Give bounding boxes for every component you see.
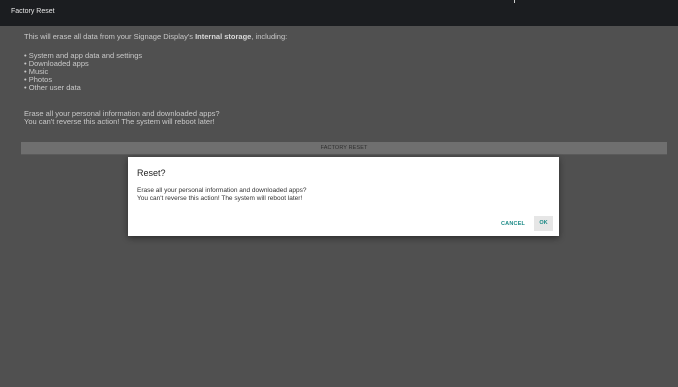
reset-confirm-dialog: Reset? Erase all your personal informati…: [128, 157, 559, 236]
ok-button[interactable]: OK: [534, 216, 553, 231]
list-item: Other user data: [24, 84, 142, 92]
intro-text: This will erase all data from your Signa…: [24, 32, 287, 41]
dialog-title: Reset?: [137, 168, 166, 178]
dialog-message-line-2: You can't reverse this action! The syste…: [137, 194, 303, 202]
warning-line-2: You can't reverse this action! The syste…: [24, 117, 215, 126]
dialog-message-line-1: Erase all your personal information and …: [137, 187, 307, 194]
intro-bold: Internal storage: [195, 32, 252, 41]
erase-items-list: System and app data and settings Downloa…: [24, 52, 142, 92]
cursor-mark: [514, 0, 515, 3]
warning-text: Erase all your personal information and …: [24, 110, 220, 126]
factory-reset-button[interactable]: FACTORY RESET: [21, 142, 667, 155]
page-title: Factory Reset: [11, 8, 55, 15]
intro-prefix: This will erase all data from your Signa…: [24, 32, 196, 41]
dialog-message: Erase all your personal information and …: [137, 187, 306, 202]
top-bar: Factory Reset: [0, 0, 678, 26]
intro-suffix: , including:: [251, 32, 288, 41]
cancel-button[interactable]: CANCEL: [501, 221, 525, 227]
